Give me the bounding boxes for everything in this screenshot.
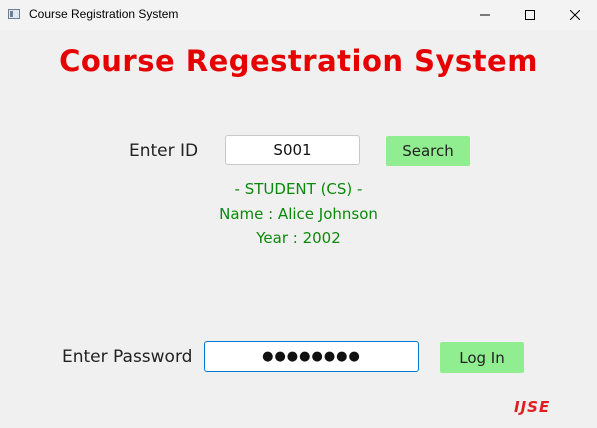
minimize-icon — [480, 14, 490, 16]
student-type: - STUDENT (CS) - — [234, 180, 363, 198]
password-input[interactable] — [204, 341, 419, 372]
title-bar[interactable]: Course Registration System — [0, 0, 597, 30]
minimize-button[interactable] — [463, 0, 507, 30]
window-title: Course Registration System — [29, 7, 179, 21]
close-button[interactable] — [553, 0, 597, 30]
search-button[interactable]: Search — [386, 136, 470, 166]
maximize-button[interactable] — [508, 0, 552, 30]
close-icon — [570, 10, 580, 20]
id-input[interactable] — [225, 135, 360, 165]
id-label: Enter ID — [129, 141, 199, 161]
password-label: Enter Password — [62, 347, 193, 367]
student-year: Year : 2002 — [256, 229, 341, 247]
student-name: Name : Alice Johnson — [219, 205, 378, 223]
app-icon — [8, 9, 20, 19]
ijse-logo: IJSE — [514, 398, 551, 416]
login-button[interactable]: Log In — [440, 342, 524, 373]
maximize-icon — [525, 10, 535, 20]
page-title: Course Regestration System — [59, 44, 538, 78]
